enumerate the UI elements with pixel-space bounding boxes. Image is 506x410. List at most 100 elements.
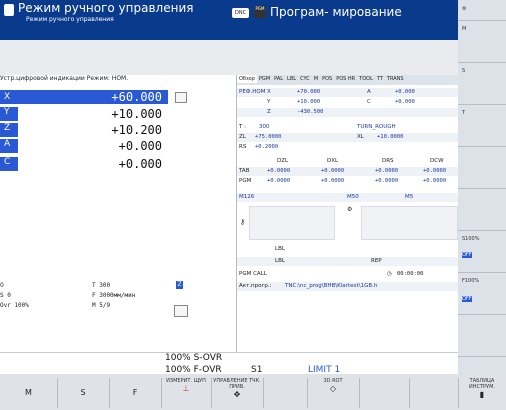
spindle-icon [174, 305, 188, 317]
axis-value: +10.000 [111, 107, 162, 121]
softkey-t-side[interactable]: T [458, 104, 506, 147]
softkey-label: M [462, 26, 467, 32]
axis-label: Z [0, 123, 18, 137]
softkey-3d-rot[interactable]: 3D ROT ◇ [307, 378, 360, 408]
gear-icon[interactable]: ⚙ [458, 0, 506, 21]
axis-value: +10.000 [297, 99, 321, 105]
row-label: PGM [239, 178, 252, 184]
zl-row: ZL +75.0000 XL +10.0000 [237, 133, 458, 142]
tab-cyc[interactable]: CYC [298, 75, 312, 83]
tab-pal[interactable]: PAL [272, 75, 285, 83]
softkey-label: T [462, 110, 466, 116]
axis-value: +10.200 [111, 123, 162, 137]
tab-tool[interactable]: TOOL [357, 75, 375, 83]
table-cell: +0.0000 [321, 168, 345, 174]
axis-value: +60.000 [111, 90, 162, 104]
table-cell: +0.0000 [375, 168, 399, 174]
probe-icon: ⊥ [182, 384, 190, 393]
tab-m[interactable]: M [312, 75, 320, 83]
softkey-tool-table[interactable]: ТАБЛИЦА ИНСТРУМ. ▮ [458, 378, 506, 408]
feed-override-label: F100% [462, 278, 480, 284]
column-header: DCW [430, 158, 444, 164]
axis-label: Y [267, 99, 271, 105]
m-function-row: M126 M50 M5 [237, 193, 458, 202]
delta-header: DZL DXL DRS DCW [237, 157, 458, 166]
softkey-s100[interactable]: S100% OFF [458, 230, 506, 273]
axis-label: X [4, 92, 11, 102]
softkey-empty-side-3[interactable] [458, 314, 506, 357]
softkey-presets[interactable]: УПРАВЛЕНИЕ ТЧК. ПРИВ. ✥ [211, 378, 264, 408]
softkey-empty-1[interactable] [263, 378, 308, 408]
hand-mode-icon [4, 4, 14, 16]
softkey-empty-side-1[interactable] [458, 146, 506, 189]
m-function: M126 [239, 194, 255, 200]
softkey-m[interactable]: M [0, 378, 58, 408]
tool-label: T : [239, 124, 246, 130]
spindle-override: 100% S-OVR [165, 353, 223, 363]
tab-lbl[interactable]: LBL [285, 75, 298, 83]
tab-pos-hr[interactable]: POS HR [334, 75, 357, 83]
zl-label: ZL [239, 134, 246, 140]
lbl-row-1: LBL [237, 245, 458, 254]
tab-overview[interactable]: Обзор [237, 75, 257, 83]
softkey-label: УПРАВЛЕНИЕ ТЧК. ПРИВ. [213, 378, 261, 390]
key-icon: ⚷ [240, 218, 246, 226]
xl-label: XL [357, 134, 364, 140]
tool-row: T : 300 TURN_ROUGH [237, 123, 458, 132]
spindle-speed: S 0 [0, 292, 11, 299]
axis-label: C [0, 157, 18, 171]
rs-label: RS [239, 144, 247, 150]
softkey-label: F [132, 388, 138, 397]
axis-label: Y [0, 107, 18, 121]
m-function: M5 [405, 194, 414, 200]
softkey-m-side[interactable]: M [458, 20, 506, 63]
timer: 00:00:00 [397, 271, 424, 277]
axis-value: +0.000 [118, 139, 162, 153]
axis-label: A [367, 89, 371, 95]
zl-value: +75.0000 [255, 134, 282, 140]
tab-pgm[interactable]: PGM [257, 75, 272, 83]
rs-value: +0.2000 [255, 144, 279, 150]
top-bar: Режим ручного управления Режим ручного у… [0, 0, 458, 40]
table-cell: +0.0000 [267, 178, 291, 184]
column-header: DZL [277, 158, 289, 164]
status-tabs: Обзор PGM PAL LBL CYC M POS POS HR TOOL TT TRANS [237, 75, 458, 85]
axis-label: C [367, 99, 371, 105]
tool-number: 300 [259, 124, 270, 130]
axis-row-y: Y +10.000 [0, 107, 236, 121]
axis-row-x: X +60.000 [0, 90, 236, 104]
programming-mode-title[interactable]: Програм- мирование [270, 5, 402, 19]
softkey-s-side[interactable]: S [458, 62, 506, 105]
softkey-empty-2[interactable] [359, 378, 410, 408]
softkey-label: S [462, 68, 466, 74]
softkey-empty-side-2[interactable] [458, 188, 506, 231]
pgm-row: PGM +0.0000 +0.0000 +0.0000 +0.0000 [237, 177, 458, 186]
softkey-probe[interactable]: ИЗМЕРИТ. ЩУП ⊥ [161, 378, 212, 408]
label-label: LBL [275, 246, 285, 252]
rs-row: RS +0.2000 [237, 143, 458, 152]
ref-row-x: РЕФ.НОМ X +70.000 A +0.000 [237, 88, 458, 97]
axis-value: +0.000 [395, 89, 415, 95]
table-cell: +0.0000 [423, 178, 447, 184]
ref-row-y: Y +10.000 C +0.000 [237, 98, 458, 107]
status-overview: Обзор PGM PAL LBL CYC M POS POS HR TOOL TT TRANS Р… [237, 75, 458, 353]
axis-label: A [0, 139, 18, 153]
softkey-label: S [80, 388, 86, 397]
m-function: M 5/9 [92, 302, 111, 309]
tab-trans[interactable]: TRANS [385, 75, 406, 83]
axis-value: +70.000 [297, 89, 321, 95]
tab-pos[interactable]: POS [320, 75, 334, 83]
ref-row-z: Z -430.500 [237, 108, 458, 117]
softkey-s[interactable]: S [57, 378, 110, 408]
feed-rate: F 3000мм/мин [92, 292, 136, 299]
softkey-f[interactable]: F [109, 378, 162, 408]
softkey-empty-3[interactable] [409, 378, 459, 408]
tool-name: TURN_ROUGH [357, 124, 396, 130]
spindle-override-label: S100% [462, 236, 480, 242]
dro-header: Устр.цифровой индикации Режим: НОМ. [0, 75, 129, 82]
3d-rot-icon: ◇ [329, 384, 337, 393]
column-header: DXL [327, 158, 339, 164]
tab-tt[interactable]: TT [375, 75, 385, 83]
axis-row-z: Z +10.200 [0, 123, 236, 137]
softkey-f100[interactable]: F100% OFF [458, 272, 506, 315]
